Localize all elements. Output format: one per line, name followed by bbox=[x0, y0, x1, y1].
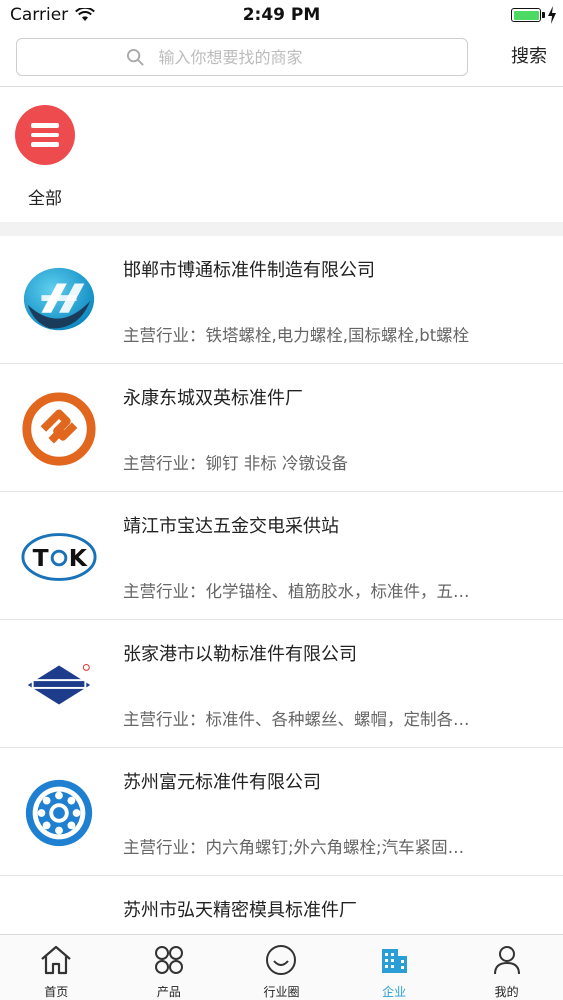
company-industry: 主营行业：标准件、各种螺丝、螺帽，定制各… bbox=[123, 710, 470, 729]
tab-products[interactable]: 产品 bbox=[113, 935, 226, 1000]
search-box[interactable] bbox=[16, 38, 468, 76]
tab-home[interactable]: 首页 bbox=[0, 935, 113, 1000]
company-item[interactable]: 邯郸市博通标准件制造有限公司 主营行业：铁塔螺栓,电力螺栓,国标螺栓,bt螺栓 bbox=[0, 236, 563, 364]
company-list: 邯郸市博通标准件制造有限公司 主营行业：铁塔螺栓,电力螺栓,国标螺栓,bt螺栓 … bbox=[0, 236, 563, 934]
company-name: 张家港市以勒标准件有限公司 bbox=[123, 644, 357, 665]
company-name: 苏州市弘天精密模具标准件厂 bbox=[123, 900, 357, 921]
search-icon bbox=[126, 48, 144, 66]
tab-label: 我的 bbox=[494, 985, 519, 999]
company-industry: 主营行业：铆钉 非标 冷镦设备 bbox=[123, 454, 348, 473]
company-name: 靖江市宝达五金交电采供站 bbox=[123, 516, 339, 537]
company-item[interactable]: 苏州富元标准件有限公司 主营行业：内六角螺钉;外六角螺栓;汽车紧固… bbox=[0, 748, 563, 876]
status-time: 2:49 PM bbox=[242, 5, 321, 25]
company-item[interactable]: 苏州市弘天精密模具标准件厂 bbox=[0, 876, 563, 934]
home-icon bbox=[41, 945, 72, 975]
company-name: 苏州富元标准件有限公司 bbox=[123, 772, 321, 793]
company-item[interactable]: 张家港市以勒标准件有限公司 主营行业：标准件、各种螺丝、螺帽，定制各… bbox=[0, 620, 563, 748]
building-icon bbox=[382, 949, 408, 973]
tab-label: 产品 bbox=[156, 985, 181, 999]
menu-icon-bar bbox=[31, 132, 59, 138]
smile-icon bbox=[266, 945, 297, 975]
menu-icon-bar bbox=[31, 142, 59, 147]
hongtian-logo-icon bbox=[20, 902, 98, 934]
search-header: 搜索 bbox=[0, 30, 563, 87]
company-name: 邯郸市博通标准件制造有限公司 bbox=[123, 260, 375, 281]
battery-tip bbox=[542, 12, 545, 18]
svg-text:K: K bbox=[69, 544, 88, 572]
charging-icon bbox=[548, 6, 556, 24]
svg-text:T: T bbox=[33, 544, 49, 572]
shuangying-logo-icon bbox=[20, 390, 98, 468]
botong-logo-icon bbox=[20, 262, 98, 340]
tab-companies[interactable]: 企业 bbox=[338, 935, 451, 1000]
search-button[interactable]: 搜索 bbox=[511, 38, 547, 76]
pht-logo-icon bbox=[20, 646, 98, 724]
tab-industry-circle[interactable]: 行业圈 bbox=[225, 935, 338, 1000]
menu-icon-bar bbox=[31, 123, 59, 128]
company-industry: 主营行业：化学锚栓、植筋胶水，标准件，五… bbox=[123, 582, 470, 601]
company-name: 永康东城双英标准件厂 bbox=[123, 388, 303, 409]
status-bar: Carrier 2:49 PM bbox=[0, 0, 563, 30]
battery-icon bbox=[511, 8, 541, 22]
category-section: 全部 bbox=[0, 88, 563, 222]
company-item[interactable]: T K 靖江市宝达五金交电采供站 主营行业：化学锚栓、植筋胶水，标准件，五… bbox=[0, 492, 563, 620]
tab-bar: 首页 产品 行业圈 企业 我的 bbox=[0, 934, 563, 1000]
category-all-label[interactable]: 全部 bbox=[15, 184, 75, 209]
tab-profile[interactable]: 我的 bbox=[450, 935, 563, 1000]
tab-label: 行业圈 bbox=[263, 985, 300, 999]
section-divider bbox=[0, 222, 563, 236]
user-icon bbox=[493, 946, 520, 975]
category-all-button[interactable] bbox=[15, 105, 75, 165]
company-industry: 主营行业：内六角螺钉;外六角螺栓;汽车紧固… bbox=[123, 838, 465, 857]
tab-label: 首页 bbox=[44, 985, 69, 999]
tok-logo-icon: T K bbox=[20, 518, 98, 596]
search-input[interactable] bbox=[158, 47, 359, 67]
fuyuan-logo-icon bbox=[20, 774, 98, 852]
grid-icon bbox=[154, 946, 183, 974]
company-item[interactable]: 永康东城双英标准件厂 主营行业：铆钉 非标 冷镦设备 bbox=[0, 364, 563, 492]
tab-label: 企业 bbox=[382, 985, 407, 999]
company-industry: 主营行业：铁塔螺栓,电力螺栓,国标螺栓,bt螺栓 bbox=[123, 326, 470, 345]
